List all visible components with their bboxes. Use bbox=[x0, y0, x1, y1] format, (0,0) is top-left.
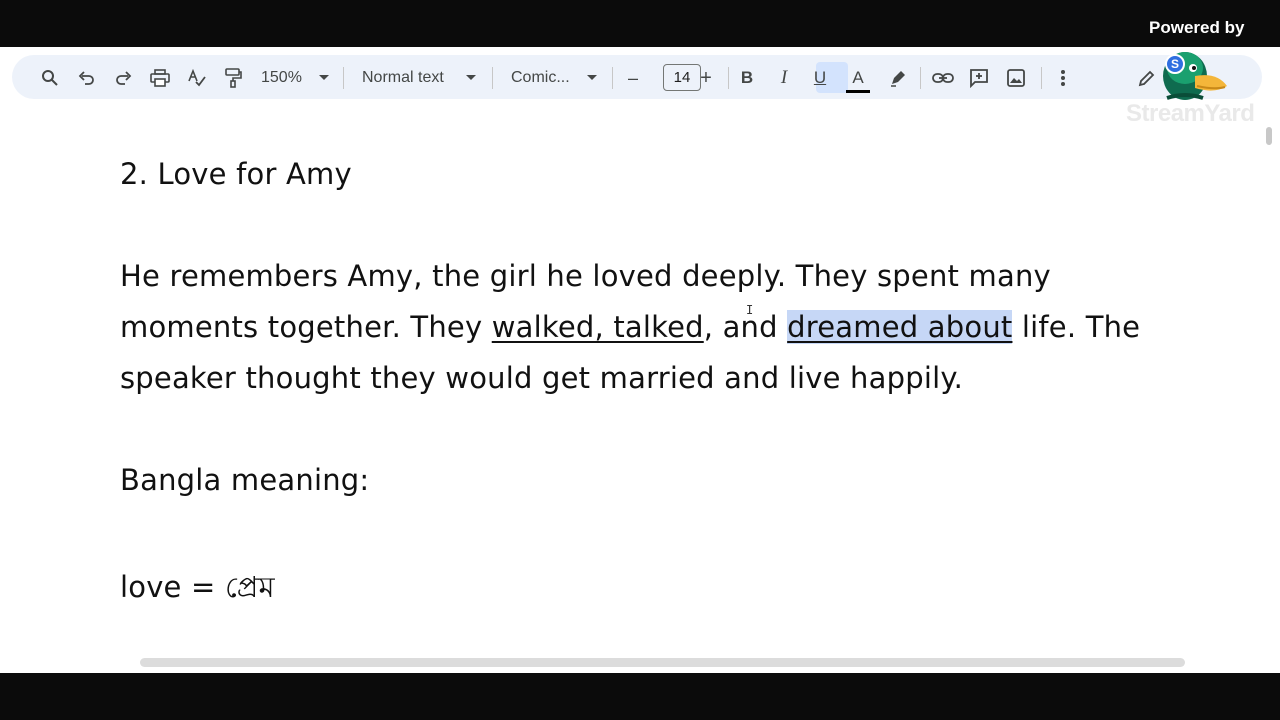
add-comment-icon[interactable] bbox=[968, 66, 990, 90]
font-family-select[interactable]: Comic... bbox=[511, 66, 575, 90]
document-window: 150% Normal text Comic... – 14 + B I U A bbox=[0, 47, 1280, 673]
horizontal-scrollbar[interactable] bbox=[140, 658, 1185, 667]
text-cursor-icon: I bbox=[746, 303, 754, 317]
selected-underlined-text[interactable]: dreamed about bbox=[787, 310, 1013, 344]
underlined-text: walked, talked bbox=[491, 310, 704, 344]
toolbar-divider bbox=[612, 67, 613, 89]
font-size-input[interactable]: 14 bbox=[663, 64, 701, 91]
vertical-scrollbar[interactable] bbox=[1266, 127, 1272, 145]
paragraph-line-3: speaker thought they would get married a… bbox=[120, 361, 963, 395]
text-color-swatch bbox=[846, 90, 870, 93]
decrease-font-size-button[interactable]: – bbox=[624, 66, 642, 90]
text-color-button[interactable]: A bbox=[847, 66, 869, 90]
redo-icon[interactable] bbox=[112, 66, 134, 90]
toolbar-divider bbox=[728, 67, 729, 89]
undo-icon[interactable] bbox=[76, 66, 98, 90]
powered-by-text: Powered by bbox=[1149, 18, 1245, 37]
vocabulary-entry: love = প্রেম bbox=[120, 570, 275, 604]
svg-text:S: S bbox=[1171, 57, 1179, 71]
toolbar-divider bbox=[492, 67, 493, 89]
spellcheck-icon[interactable] bbox=[186, 66, 208, 90]
zoom-chevron-down-icon[interactable] bbox=[319, 75, 329, 80]
link-icon[interactable] bbox=[931, 66, 955, 90]
zoom-select[interactable]: 150% bbox=[261, 66, 305, 90]
video-bottom-bar bbox=[0, 673, 1280, 720]
underline-button[interactable]: U bbox=[809, 66, 831, 90]
text-run: life. The bbox=[1012, 310, 1141, 344]
font-chevron-down-icon[interactable] bbox=[587, 75, 597, 80]
text-run: moments together. They bbox=[120, 310, 492, 344]
bold-button[interactable]: B bbox=[736, 66, 758, 90]
bangla-meaning-label: Bangla meaning: bbox=[120, 463, 370, 497]
print-icon[interactable] bbox=[149, 66, 171, 90]
toolbar-divider bbox=[1041, 67, 1042, 89]
highlighter-icon[interactable] bbox=[887, 66, 909, 90]
toolbar-divider bbox=[920, 67, 921, 89]
style-chevron-down-icon[interactable] bbox=[466, 75, 476, 80]
paragraph-line-1: He remembers Amy, the girl he loved deep… bbox=[120, 259, 1051, 293]
section-heading: 2. Love for Amy bbox=[120, 157, 352, 191]
paragraph-line-2: moments together. They walked, talked, a… bbox=[120, 310, 1140, 344]
paint-format-icon[interactable] bbox=[222, 66, 244, 90]
search-icon[interactable] bbox=[39, 66, 61, 90]
insert-image-icon[interactable] bbox=[1005, 66, 1027, 90]
paragraph-style-select[interactable]: Normal text bbox=[362, 66, 454, 90]
more-options-icon[interactable] bbox=[1052, 66, 1074, 90]
duck-mascot-logo-icon: S bbox=[1155, 46, 1235, 104]
docs-toolbar: 150% Normal text Comic... – 14 + B I U A bbox=[12, 55, 1262, 99]
video-top-bar bbox=[0, 0, 1280, 47]
toolbar-divider bbox=[343, 67, 344, 89]
increase-font-size-button[interactable]: + bbox=[697, 66, 715, 90]
streamyard-watermark: StreamYard bbox=[1126, 100, 1255, 127]
italic-button[interactable]: I bbox=[773, 66, 795, 90]
